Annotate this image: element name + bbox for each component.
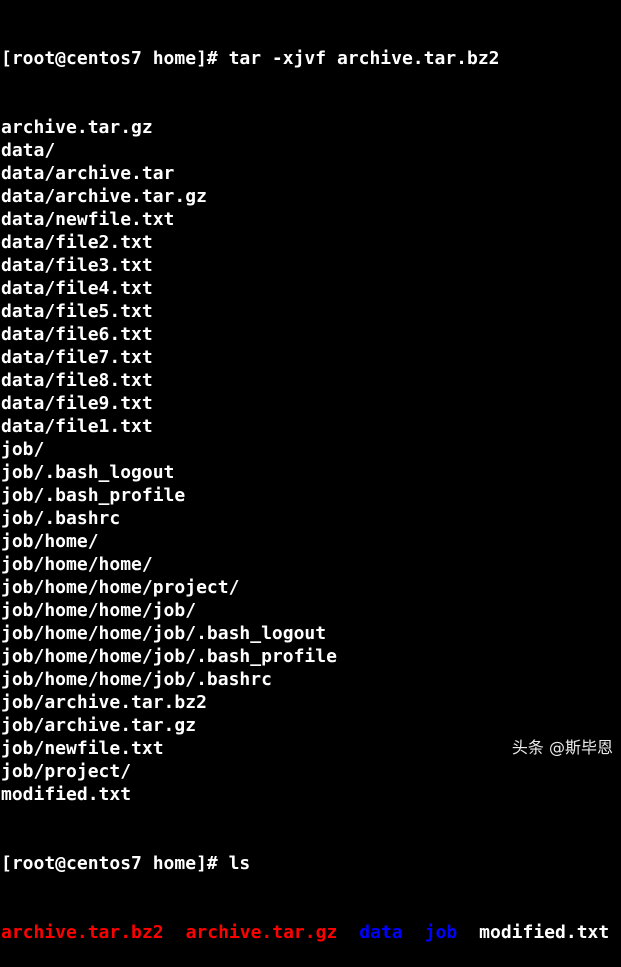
ls-separator: [164, 921, 186, 944]
output-line: data/file3.txt: [1, 255, 153, 276]
output-line: job/home/: [1, 531, 99, 552]
watermark: 头条 @斯毕恩: [509, 738, 615, 757]
ls-separator: [457, 921, 479, 944]
output-line: job/home/home/: [1, 554, 153, 575]
output-line: job/home/home/job/: [1, 600, 197, 621]
ls-entry: modified.txt: [479, 922, 610, 943]
tar-output: archive.tar.gz data/data/archive.tar data/…: [1, 116, 621, 806]
output-line: data/file5.txt: [1, 301, 153, 322]
output-line: data/file8.txt: [1, 370, 153, 391]
output-line: job/: [1, 439, 45, 460]
output-line: data/newfile.txt: [1, 209, 175, 230]
output-line: job/.bash_logout: [1, 462, 175, 483]
output-line: job/home/home/job/.bash_profile: [1, 646, 337, 667]
terminal-window[interactable]: [root@centos7 home]# tar -xjvf archive.t…: [0, 0, 621, 943]
output-line: data/: [1, 140, 56, 161]
output-line: archive.tar.gz: [1, 117, 153, 138]
ls-separator: [403, 921, 425, 944]
output-line: data/file9.txt: [1, 393, 153, 414]
ls-command-line: [root@centos7 home]# ls: [1, 853, 251, 874]
prompt-command-line: [root@centos7 home]# tar -xjvf archive.t…: [1, 48, 500, 69]
output-line: data/file6.txt: [1, 324, 153, 345]
ls-output: archive.tar.bz2 archive.tar.gz data job modi…: [1, 921, 621, 944]
ls-entry: data: [359, 922, 403, 943]
output-line: job/home/home/job/.bashrc: [1, 669, 272, 690]
output-line: job/home/home/job/.bash_logout: [1, 623, 327, 644]
output-line: data/file2.txt: [1, 232, 153, 253]
ls-entry: archive.tar.bz2: [1, 922, 164, 943]
ls-separator: [337, 921, 359, 944]
output-line: job/.bash_profile: [1, 485, 186, 506]
output-line: data/archive.tar.gz: [1, 186, 207, 207]
output-line: job/archive.tar.bz2: [1, 692, 207, 713]
output-line: job/.bashrc: [1, 508, 121, 529]
output-line: modified.txt: [1, 784, 132, 805]
output-line: job/archive.tar.gz: [1, 715, 197, 736]
output-line: job/home/home/project/: [1, 577, 240, 598]
output-line: job/project/: [1, 761, 132, 782]
output-line: data/archive.tar: [1, 163, 175, 184]
output-line: data/file4.txt: [1, 278, 153, 299]
ls-entry: archive.tar.gz: [185, 922, 338, 943]
output-line: data/file7.txt: [1, 347, 153, 368]
ls-entry: job: [424, 922, 458, 943]
output-line: data/file1.txt: [1, 416, 153, 437]
